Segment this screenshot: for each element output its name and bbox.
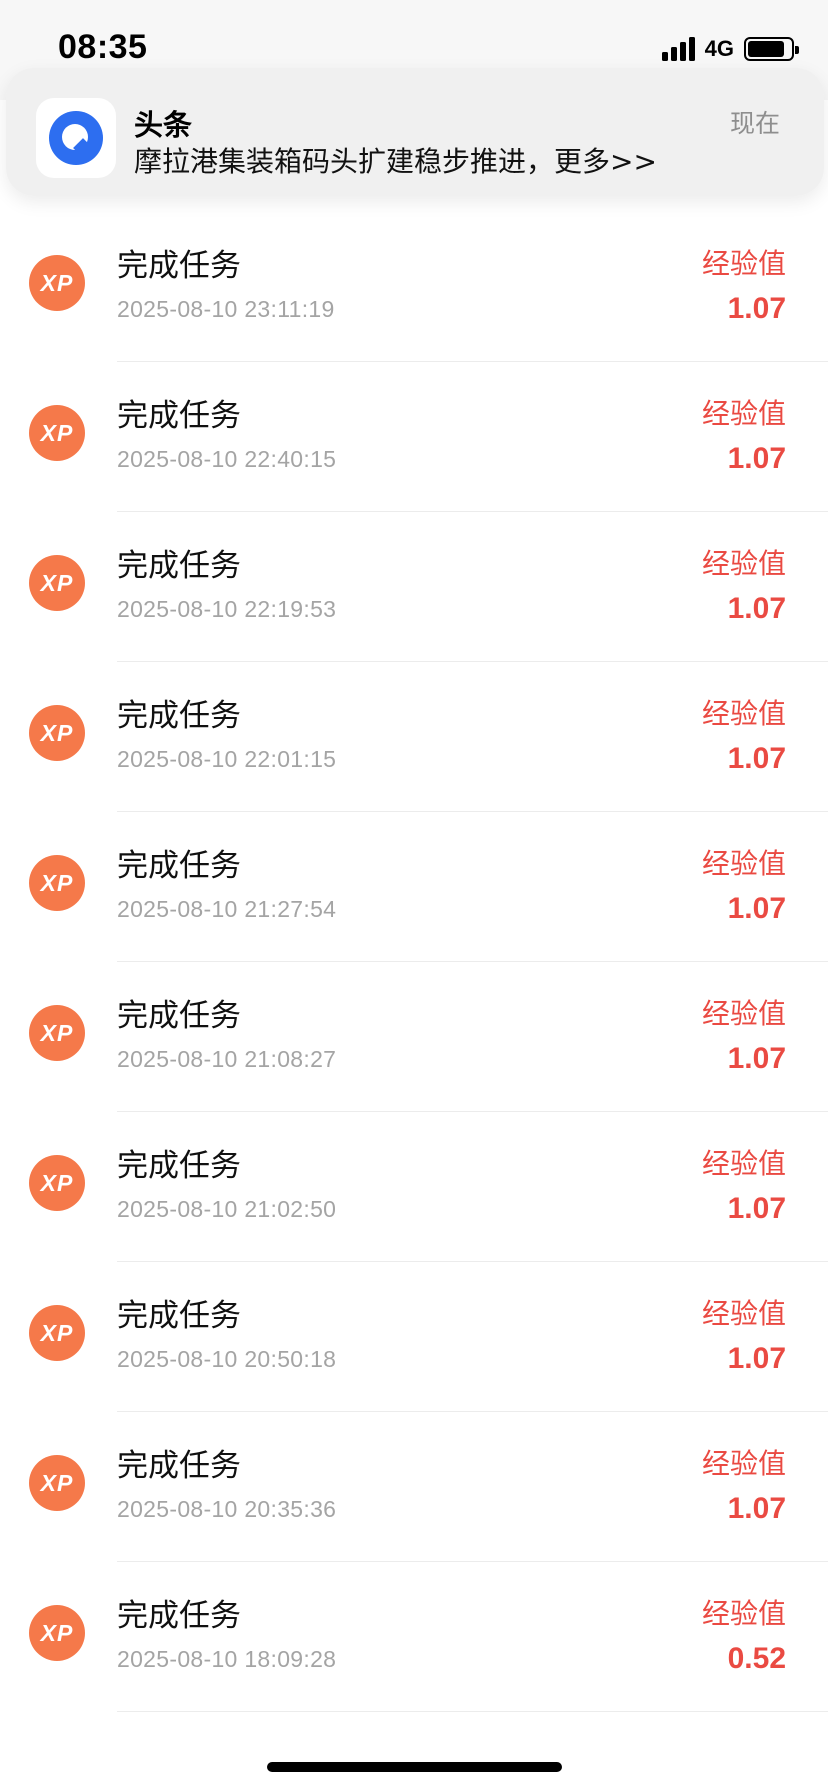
record-label: 经验值 xyxy=(701,1297,786,1330)
record-title: 完成任务 xyxy=(117,1148,241,1184)
list-item[interactable]: XP 完成任务 2025-08-10 18:09:28 经验值 0.52 xyxy=(0,1562,828,1712)
record-title: 完成任务 xyxy=(117,848,241,884)
record-timestamp: 2025-08-10 22:19:53 xyxy=(117,596,337,622)
list-item[interactable]: XP 完成任务 2025-08-10 22:01:15 经验值 1.07 xyxy=(0,662,828,812)
record-timestamp: 2025-08-10 18:09:28 xyxy=(117,1646,337,1672)
record-title: 完成任务 xyxy=(117,998,241,1034)
notification-banner[interactable]: 头条 现在 摩拉港集装箱码头扩建稳步推进，更多>> xyxy=(6,68,824,196)
record-value: 1.07 xyxy=(727,742,786,775)
xp-icon: XP xyxy=(29,555,85,611)
record-timestamp: 2025-08-10 22:01:15 xyxy=(117,746,337,772)
xp-icon: XP xyxy=(29,405,85,461)
record-list: XP 完成任务 2025-08-10 23:11:19 经验值 1.07 XP … xyxy=(0,212,828,1712)
list-item[interactable]: XP 完成任务 2025-08-10 22:40:15 经验值 1.07 xyxy=(0,362,828,512)
xp-icon: XP xyxy=(29,1455,85,1511)
xp-icon: XP xyxy=(29,1305,85,1361)
xp-icon: XP xyxy=(29,255,85,311)
list-item[interactable]: XP 完成任务 2025-08-10 21:02:50 经验值 1.07 xyxy=(0,1112,828,1262)
record-timestamp: 2025-08-10 20:35:36 xyxy=(117,1496,337,1522)
network-type: 4G xyxy=(704,36,734,61)
list-item[interactable]: XP 完成任务 2025-08-10 21:08:27 经验值 1.07 xyxy=(0,962,828,1112)
status-time: 08:35 xyxy=(58,28,148,66)
record-timestamp: 2025-08-10 20:50:18 xyxy=(117,1346,337,1372)
xp-icon: XP xyxy=(29,855,85,911)
list-item[interactable]: XP 完成任务 2025-08-10 20:50:18 经验值 1.07 xyxy=(0,1262,828,1412)
record-label: 经验值 xyxy=(701,247,786,280)
record-value: 1.07 xyxy=(727,1342,786,1375)
xp-icon: XP xyxy=(29,1005,85,1061)
record-timestamp: 2025-08-10 23:11:19 xyxy=(117,296,335,322)
xp-icon: XP xyxy=(29,1605,85,1661)
record-timestamp: 2025-08-10 21:27:54 xyxy=(117,896,337,922)
record-label: 经验值 xyxy=(701,397,786,430)
record-label: 经验值 xyxy=(701,997,786,1030)
record-label: 经验值 xyxy=(701,1597,786,1630)
record-value: 1.07 xyxy=(727,442,786,475)
xp-icon: XP xyxy=(29,705,85,761)
battery-icon xyxy=(744,37,799,61)
record-value: 1.07 xyxy=(727,1042,786,1075)
record-value: 1.07 xyxy=(727,592,786,625)
list-item[interactable]: XP 完成任务 2025-08-10 21:27:54 经验值 1.07 xyxy=(0,812,828,962)
notification-app-name: 头条 xyxy=(134,108,193,142)
status-indicators: 4G xyxy=(661,34,799,64)
list-item[interactable]: XP 完成任务 2025-08-10 22:19:53 经验值 1.07 xyxy=(0,512,828,662)
record-title: 完成任务 xyxy=(117,398,241,434)
record-value: 1.07 xyxy=(727,1192,786,1225)
record-value: 0.52 xyxy=(727,1642,786,1675)
record-title: 完成任务 xyxy=(117,698,241,734)
record-value: 1.07 xyxy=(727,1492,786,1525)
signal-icon xyxy=(661,37,695,61)
list-item[interactable]: XP 完成任务 2025-08-10 20:35:36 经验值 1.07 xyxy=(0,1412,828,1562)
record-title: 完成任务 xyxy=(117,1448,241,1484)
xp-icon: XP xyxy=(29,1155,85,1211)
record-label: 经验值 xyxy=(701,1447,786,1480)
record-label: 经验值 xyxy=(701,547,786,580)
record-value: 1.07 xyxy=(727,292,786,325)
record-label: 经验值 xyxy=(701,1147,786,1180)
record-label: 经验值 xyxy=(701,697,786,730)
record-title: 完成任务 xyxy=(117,1298,241,1334)
record-title: 完成任务 xyxy=(117,548,241,584)
record-title: 完成任务 xyxy=(117,248,241,284)
notification-body: 摩拉港集装箱码头扩建稳步推进，更多>> xyxy=(134,145,657,178)
record-value: 1.07 xyxy=(727,892,786,925)
toutiao-logo-icon xyxy=(36,98,116,178)
list-item[interactable]: XP 完成任务 2025-08-10 23:11:19 经验值 1.07 xyxy=(0,212,828,362)
record-label: 经验值 xyxy=(701,847,786,880)
record-timestamp: 2025-08-10 21:08:27 xyxy=(117,1046,337,1072)
record-timestamp: 2025-08-10 21:02:50 xyxy=(117,1196,337,1222)
record-title: 完成任务 xyxy=(117,1598,241,1634)
home-indicator[interactable] xyxy=(267,1762,562,1772)
record-timestamp: 2025-08-10 22:40:15 xyxy=(117,446,337,472)
notification-time: 现在 xyxy=(729,109,780,138)
